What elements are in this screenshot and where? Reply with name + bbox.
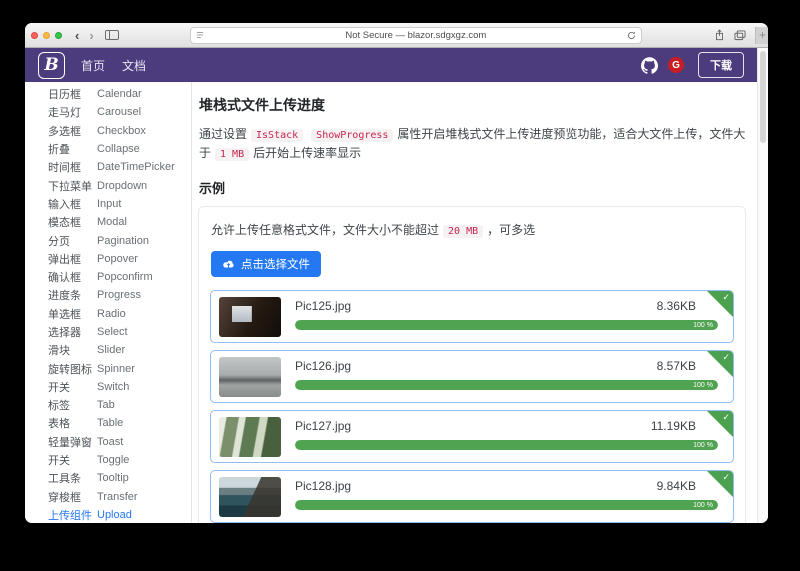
file-size: 8.36KB xyxy=(657,299,696,313)
file-card: Pic128.jpg 9.84KB 100 % ✓ xyxy=(210,470,734,523)
sidebar-toggle-button[interactable] xyxy=(105,30,119,40)
forward-button[interactable]: › xyxy=(84,29,98,42)
file-thumbnail xyxy=(219,357,281,397)
progress-fill: 100 % xyxy=(295,320,718,330)
example-panel: 允许上传任意格式文件，文件大小不能超过20 MB，可多选 点击选择文件 xyxy=(198,206,746,523)
sidebar-item-tab[interactable]: 标签Tab xyxy=(48,396,191,414)
sidebar-item-modal[interactable]: 模态框Modal xyxy=(48,213,191,231)
progress-fill: 100 % xyxy=(295,500,718,510)
progress-bar: 100 % xyxy=(295,500,718,510)
file-size: 8.57KB xyxy=(657,359,696,373)
select-file-button[interactable]: 点击选择文件 xyxy=(211,251,321,277)
sidebar-item-radio[interactable]: 单选框Radio xyxy=(48,305,191,323)
download-button[interactable]: 下载 xyxy=(698,52,744,78)
traffic-lights xyxy=(31,32,62,39)
safari-toolbar: ‹ › Not Secure — blazor.sdgxgz.com + xyxy=(25,23,768,48)
sidebar-item-switch[interactable]: 开关Switch xyxy=(48,378,191,396)
close-window-button[interactable] xyxy=(31,32,38,39)
cloud-upload-icon xyxy=(222,259,235,270)
sidebar-item-table[interactable]: 表格Table xyxy=(48,414,191,432)
sidebar-item-upload[interactable]: 上传组件Upload xyxy=(48,506,191,523)
sidebar-item-datetimepicker[interactable]: 时间框DateTimePicker xyxy=(48,158,191,176)
scrollbar-thumb[interactable] xyxy=(760,51,766,143)
file-list: Pic125.jpg 8.36KB 100 % ✓ xyxy=(210,290,734,523)
code-badge-20mb: 20 MB xyxy=(443,225,483,238)
check-icon: ✓ xyxy=(722,352,730,363)
check-icon: ✓ xyxy=(722,472,730,483)
file-thumbnail xyxy=(219,477,281,517)
url-bar-wrap: Not Secure — blazor.sdgxgz.com xyxy=(119,27,714,44)
page-title: 堆栈式文件上传进度 xyxy=(199,95,746,115)
file-name: Pic127.jpg xyxy=(295,419,351,433)
nav-docs-link[interactable]: 文档 xyxy=(122,57,146,74)
progress-bar: 100 % xyxy=(295,320,718,330)
sidebar-item-spinner[interactable]: 旋转图标Spinner xyxy=(48,359,191,377)
file-thumbnail xyxy=(219,297,281,337)
browser-window: ‹ › Not Secure — blazor.sdgxgz.com + xyxy=(25,23,768,523)
sidebar-item-dropdown[interactable]: 下拉菜单Dropdown xyxy=(48,176,191,194)
url-text: Not Secure — blazor.sdgxgz.com xyxy=(345,30,486,41)
check-icon: ✓ xyxy=(722,292,730,303)
sidebar-item-slider[interactable]: 滑块Slider xyxy=(48,341,191,359)
sidebar-item-select[interactable]: 选择器Select xyxy=(48,323,191,341)
file-thumbnail xyxy=(219,417,281,457)
sidebar-item-popconfirm[interactable]: 确认框Popconfirm xyxy=(48,268,191,286)
component-sidebar: 日历框Calendar 走马灯Carousel 多选框Checkbox 折叠Co… xyxy=(25,82,192,523)
app-navbar: B 首页 文档 G 下载 xyxy=(25,48,757,82)
progress-bar: 100 % xyxy=(295,440,718,450)
example-section-title: 示例 xyxy=(199,178,746,197)
sidebar-item-toast[interactable]: 轻量弹窗Toast xyxy=(48,433,191,451)
file-name: Pic125.jpg xyxy=(295,299,351,313)
file-name: Pic128.jpg xyxy=(295,479,351,493)
file-card: Pic126.jpg 8.57KB 100 % ✓ xyxy=(210,350,734,403)
sidebar-item-calendar[interactable]: 日历框Calendar xyxy=(48,85,191,103)
zoom-window-button[interactable] xyxy=(55,32,62,39)
progress-fill: 100 % xyxy=(295,380,718,390)
sidebar-item-transfer[interactable]: 穿梭框Transfer xyxy=(48,488,191,506)
file-size: 9.84KB xyxy=(657,479,696,493)
upload-hint: 允许上传任意格式文件，文件大小不能超过20 MB，可多选 xyxy=(211,221,734,238)
gitee-icon[interactable]: G xyxy=(668,57,684,73)
sidebar-item-tooltip[interactable]: 工具条Tooltip xyxy=(48,469,191,487)
nav-home-link[interactable]: 首页 xyxy=(81,57,105,74)
file-name: Pic126.jpg xyxy=(295,359,351,373)
address-bar[interactable]: Not Secure — blazor.sdgxgz.com xyxy=(190,27,642,44)
github-icon[interactable] xyxy=(641,57,658,74)
progress-bar: 100 % xyxy=(295,380,718,390)
intro-paragraph: 通过设置IsStackShowProgress属性开启堆栈式文件上传进度预览功能… xyxy=(199,125,746,163)
brand-logo[interactable]: B xyxy=(38,52,65,79)
check-icon: ✓ xyxy=(722,412,730,423)
tabs-overview-icon[interactable] xyxy=(734,30,746,41)
browser-viewport: B 首页 文档 G 下载 日历框Calendar 走马灯Carousel 多选框… xyxy=(25,48,768,523)
minimize-window-button[interactable] xyxy=(43,32,50,39)
file-card: Pic127.jpg 11.19KB 100 % ✓ xyxy=(210,410,734,463)
code-badge-1mb: 1 MB xyxy=(215,148,249,161)
reader-icon[interactable] xyxy=(196,31,204,39)
sidebar-item-progress[interactable]: 进度条Progress xyxy=(48,286,191,304)
file-size: 11.19KB xyxy=(651,419,696,433)
share-icon[interactable] xyxy=(714,29,725,41)
sidebar-item-pagination[interactable]: 分页Pagination xyxy=(48,231,191,249)
page-scrollbar[interactable] xyxy=(757,48,768,523)
new-tab-button[interactable]: + xyxy=(755,27,768,44)
code-badge-showprogress: ShowProgress xyxy=(311,129,393,142)
sidebar-item-carousel[interactable]: 走马灯Carousel xyxy=(48,103,191,121)
code-badge-isstack: IsStack xyxy=(251,129,303,142)
sidebar-item-checkbox[interactable]: 多选框Checkbox xyxy=(48,122,191,140)
sidebar-item-input[interactable]: 输入框Input xyxy=(48,195,191,213)
sidebar-item-popover[interactable]: 弹出框Popover xyxy=(48,250,191,268)
back-button[interactable]: ‹ xyxy=(70,29,84,42)
file-card: Pic125.jpg 8.36KB 100 % ✓ xyxy=(210,290,734,343)
toolbar-right-buttons: + xyxy=(714,27,762,44)
progress-fill: 100 % xyxy=(295,440,718,450)
main-content: 堆栈式文件上传进度 通过设置IsStackShowProgress属性开启堆栈式… xyxy=(192,82,757,523)
reload-icon[interactable] xyxy=(627,31,636,40)
sidebar-item-collapse[interactable]: 折叠Collapse xyxy=(48,140,191,158)
sidebar-item-toggle[interactable]: 开关Toggle xyxy=(48,451,191,469)
